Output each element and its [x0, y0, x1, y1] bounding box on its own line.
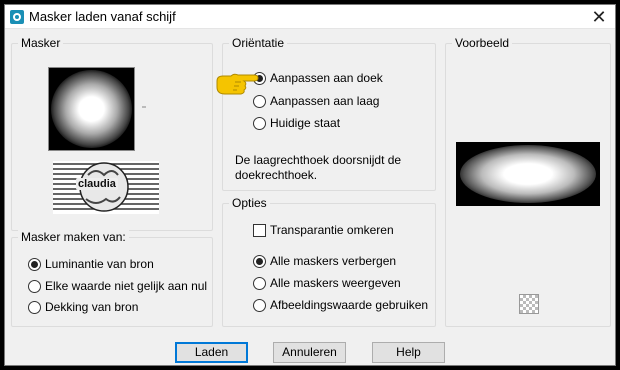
radio-button[interactable] [253, 276, 266, 290]
radio-label: Dekking van bron [45, 300, 139, 314]
radio-huidige-staat[interactable]: Huidige staat [253, 115, 340, 131]
maken-group: Masker maken van: Luminantie van bron El… [11, 230, 213, 327]
radio-label: Aanpassen aan doek [270, 71, 383, 85]
checkbox-transparantie[interactable]: Transparantie omkeren [253, 222, 394, 238]
checkbox-label: Transparantie omkeren [270, 223, 394, 237]
radio-luminantie[interactable]: Luminantie van bron [28, 256, 154, 272]
help-button[interactable]: Help [372, 342, 445, 363]
transparency-toggle-icon[interactable] [519, 294, 539, 314]
radio-label: Aanpassen aan laag [270, 94, 380, 108]
load-button[interactable]: Laden [175, 342, 248, 363]
radio-afbeeldingswaarde[interactable]: Afbeeldingswaarde gebruiken [253, 297, 428, 313]
radio-button[interactable] [253, 94, 266, 108]
orientatie-legend: Oriëntatie [229, 36, 288, 50]
radio-aanpassen-laag[interactable]: Aanpassen aan laag [253, 93, 379, 109]
radio-maskers-verbergen[interactable]: Alle maskers verbergen [253, 253, 396, 269]
radio-button[interactable] [28, 300, 41, 314]
mask-logo-text: claudia [76, 178, 118, 190]
voorbeeld-legend: Voorbeeld [452, 36, 513, 50]
radio-button[interactable] [253, 116, 266, 130]
masker-legend: Masker [18, 36, 64, 50]
checkbox-box[interactable] [253, 223, 266, 237]
radio-elke-waarde[interactable]: Elke waarde niet gelijk aan nul [28, 278, 207, 294]
radio-button[interactable] [253, 298, 266, 312]
mask-thumbnail[interactable] [48, 67, 135, 151]
preview-image [456, 142, 600, 206]
voorbeeld-group: Voorbeeld [445, 36, 611, 327]
radio-aanpassen-doek[interactable]: Aanpassen aan doek [253, 70, 383, 86]
window-title: Masker laden vanaf schijf [29, 9, 176, 24]
radio-button[interactable] [28, 257, 41, 271]
close-button[interactable]: ✕ [587, 6, 611, 28]
radio-label: Huidige staat [270, 116, 341, 130]
radio-button[interactable] [253, 254, 266, 268]
dialog-window: Masker laden vanaf schijf ✕ Masker claud… [4, 4, 616, 366]
radio-label: Afbeeldingswaarde gebruiken [270, 298, 429, 312]
radio-label: Alle maskers weergeven [270, 276, 401, 290]
radio-label: Alle maskers verbergen [270, 254, 397, 268]
orientatie-group: Oriëntatie Aanpassen aan doek Aanpassen … [222, 36, 436, 191]
masker-group: Masker claudia [11, 36, 213, 231]
radio-dekking[interactable]: Dekking van bron [28, 299, 138, 315]
maken-legend: Masker maken van: [18, 230, 129, 244]
radio-label: Luminantie van bron [45, 257, 154, 271]
radio-button[interactable] [28, 279, 41, 293]
title-bar: Masker laden vanaf schijf ✕ [5, 5, 615, 29]
pointing-hand-icon [216, 73, 259, 95]
radio-label: Elke waarde niet gelijk aan nul [45, 279, 208, 293]
app-icon [10, 10, 24, 24]
orientatie-info-text: De laagrechthoek doorsnijdt de doekrecht… [235, 153, 402, 182]
radio-maskers-weergeven[interactable]: Alle maskers weergeven [253, 275, 401, 291]
opties-group: Opties Transparantie omkeren Alle masker… [222, 196, 436, 327]
opties-legend: Opties [229, 196, 270, 210]
cancel-button[interactable]: Annuleren [273, 342, 346, 363]
mask-thumb-marker [142, 106, 146, 108]
